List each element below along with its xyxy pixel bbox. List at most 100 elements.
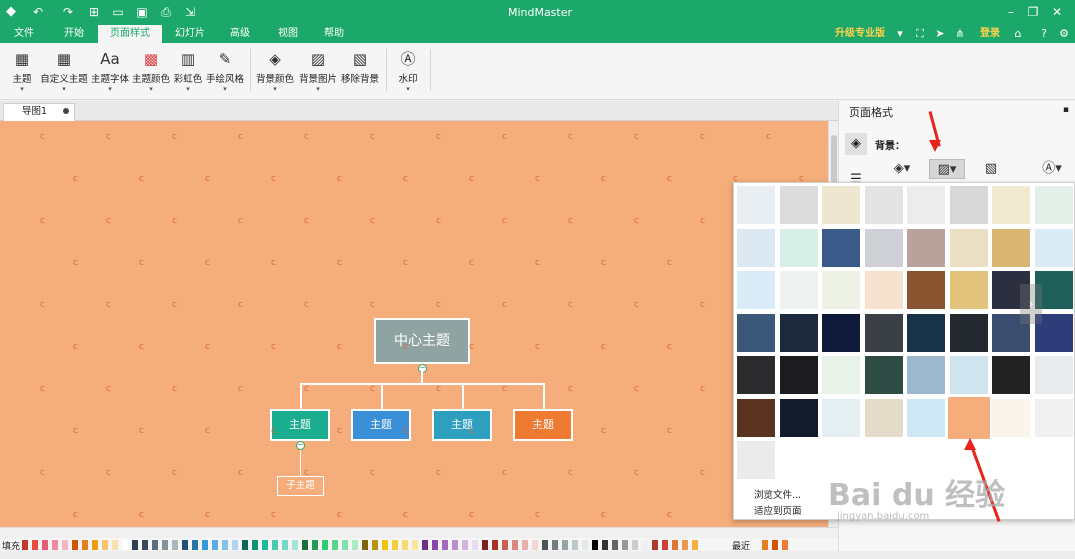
color-swatch[interactable]	[542, 540, 548, 550]
background-image-tile[interactable]	[737, 228, 775, 267]
color-swatch[interactable]	[662, 540, 668, 550]
color-swatch[interactable]	[612, 540, 618, 550]
background-image-tile[interactable]	[947, 396, 990, 439]
paint-bucket-icon[interactable]: ◈	[845, 133, 867, 155]
color-swatch[interactable]	[322, 540, 328, 550]
export-icon[interactable]: ⇲	[182, 4, 198, 20]
background-image-tile[interactable]	[779, 271, 818, 309]
background-image-tile[interactable]	[737, 356, 775, 394]
share-icon[interactable]: ⋔	[952, 26, 968, 42]
background-image-tile[interactable]	[1034, 186, 1073, 224]
color-swatch[interactable]	[62, 540, 68, 550]
background-image-tile[interactable]	[864, 313, 903, 352]
central-topic[interactable]: 中心主题	[374, 318, 470, 364]
background-image-tile[interactable]	[779, 313, 818, 352]
background-image-tile[interactable]	[1034, 228, 1073, 267]
background-image-tile[interactable]	[907, 313, 945, 352]
color-swatch[interactable]	[602, 540, 608, 550]
color-swatch[interactable]	[462, 540, 468, 550]
restore-icon[interactable]: ❐	[1022, 3, 1044, 21]
background-image-tile[interactable]	[949, 186, 988, 224]
horizontal-scrollbar[interactable]	[0, 527, 838, 538]
color-swatch[interactable]	[632, 540, 638, 550]
background-image-tile[interactable]	[822, 186, 860, 224]
watermark-button[interactable]: Ⓐ 水印 ▾	[394, 49, 422, 95]
settings-icon[interactable]: ⚙	[1056, 26, 1072, 42]
main-topic[interactable]: 主题	[513, 409, 573, 441]
color-swatch[interactable]	[202, 540, 208, 550]
color-swatch[interactable]	[502, 540, 508, 550]
background-image-tile[interactable]	[822, 228, 860, 267]
color-swatch[interactable]	[622, 540, 628, 550]
background-image-tile[interactable]	[737, 271, 775, 309]
main-topic[interactable]: 主题	[432, 409, 492, 441]
menu-home[interactable]: 开始	[52, 25, 96, 43]
background-image-tile[interactable]	[1034, 398, 1073, 437]
color-swatch[interactable]	[482, 540, 488, 550]
color-swatch[interactable]	[432, 540, 438, 550]
background-image-tile[interactable]	[992, 398, 1030, 437]
color-swatch[interactable]	[272, 540, 278, 550]
background-image-tile[interactable]	[737, 313, 775, 352]
color-swatch[interactable]	[492, 540, 498, 550]
color-swatch[interactable]	[402, 540, 408, 550]
shirt-icon[interactable]: ⌂	[1010, 26, 1026, 42]
color-swatch[interactable]	[552, 540, 558, 550]
upgrade-button[interactable]: 升级专业版	[835, 25, 885, 43]
color-swatch[interactable]	[562, 540, 568, 550]
color-swatch[interactable]	[192, 540, 198, 550]
color-swatch[interactable]	[142, 540, 148, 550]
background-image-tile[interactable]	[949, 271, 988, 309]
background-image-tile[interactable]	[907, 398, 945, 437]
print-icon[interactable]: ⎙	[158, 4, 174, 20]
mind-map-canvas[interactable]: 中心主题 − 主题 主题 主题 主题 − 子主题 ccccccccccccccc…	[0, 121, 828, 527]
chevron-right-icon[interactable]: ›	[1020, 284, 1042, 324]
background-image-button[interactable]: ▨ 背景图片 ▾	[297, 49, 339, 95]
color-swatch[interactable]	[342, 540, 348, 550]
background-image-tile[interactable]	[864, 186, 903, 224]
open-folder-icon[interactable]: ▭	[110, 4, 126, 20]
close-tab-icon[interactable]	[63, 108, 69, 114]
color-swatch[interactable]	[122, 540, 128, 550]
color-swatch[interactable]	[312, 540, 318, 550]
color-swatch[interactable]	[532, 540, 538, 550]
color-swatch[interactable]	[82, 540, 88, 550]
color-swatch[interactable]	[682, 540, 688, 550]
background-image-tile[interactable]	[737, 186, 775, 224]
color-swatch[interactable]	[652, 540, 658, 550]
background-image-tile[interactable]	[822, 271, 860, 309]
background-image-tile[interactable]	[992, 186, 1030, 224]
background-image-tile[interactable]	[779, 186, 818, 224]
color-swatch[interactable]	[472, 540, 478, 550]
background-image-tile[interactable]	[949, 228, 988, 267]
menu-advanced[interactable]: 高级	[220, 25, 260, 43]
background-image-tile[interactable]	[907, 228, 945, 267]
color-swatch[interactable]	[352, 540, 358, 550]
color-swatch[interactable]	[172, 540, 178, 550]
color-swatch[interactable]	[362, 540, 368, 550]
color-swatch[interactable]	[692, 540, 698, 550]
background-image-tile[interactable]	[779, 356, 818, 394]
color-swatch[interactable]	[372, 540, 378, 550]
color-swatch[interactable]	[212, 540, 218, 550]
color-swatch[interactable]	[412, 540, 418, 550]
color-swatch[interactable]	[112, 540, 118, 550]
color-swatch[interactable]	[382, 540, 388, 550]
remove-background-button[interactable]: ▧ 移除背景	[340, 49, 380, 95]
custom-theme-button[interactable]: ▦ 自定义主题 ▾	[40, 49, 88, 95]
background-image-tile[interactable]	[864, 271, 903, 309]
color-swatch[interactable]	[182, 540, 188, 550]
fit-to-page-item[interactable]: 适应到页面	[754, 503, 802, 517]
color-swatch[interactable]	[302, 540, 308, 550]
color-swatch[interactable]	[592, 540, 598, 550]
color-swatch[interactable]	[642, 540, 648, 550]
main-topic[interactable]: 主题	[351, 409, 411, 441]
rainbow-button[interactable]: ▥ 彩虹色 ▾	[172, 49, 204, 95]
color-swatch[interactable]	[162, 540, 168, 550]
color-swatch[interactable]	[92, 540, 98, 550]
minimize-icon[interactable]: –	[1000, 3, 1022, 21]
color-swatch[interactable]	[132, 540, 138, 550]
background-image-tile[interactable]	[992, 356, 1030, 394]
document-tab[interactable]: 导图1	[3, 103, 75, 121]
help-icon[interactable]: ?	[1036, 26, 1052, 42]
